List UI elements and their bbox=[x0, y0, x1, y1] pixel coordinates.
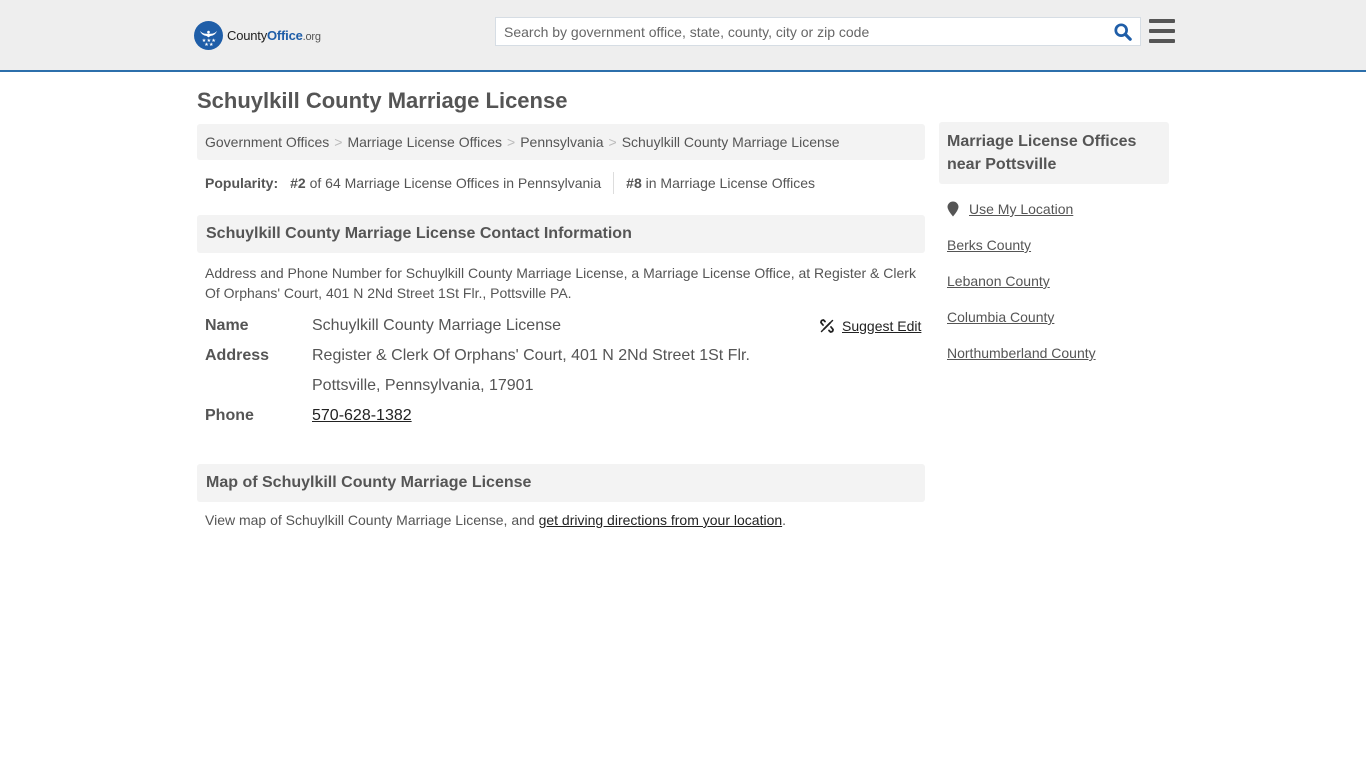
contact-description: Address and Phone Number for Schuylkill … bbox=[205, 265, 916, 301]
popularity-label: Popularity: bbox=[205, 175, 279, 191]
hamburger-menu-icon-bar bbox=[1149, 39, 1175, 43]
hamburger-menu-button[interactable] bbox=[1149, 19, 1175, 43]
eagle-stars-icon: ★ ★ ★ ★ ★ bbox=[194, 20, 223, 50]
search-button[interactable] bbox=[1106, 18, 1140, 45]
map-pin-icon bbox=[947, 201, 959, 217]
address-label: Address bbox=[205, 347, 270, 364]
popularity-national-text: in Marriage License Offices bbox=[645, 175, 816, 191]
address-line2: Pottsville, Pennsylvania, 17901 bbox=[312, 377, 534, 394]
use-my-location: Use My Location bbox=[947, 201, 1073, 217]
popularity: Popularity: #2 of 64 Marriage License Of… bbox=[205, 172, 815, 194]
hamburger-menu-icon bbox=[1149, 19, 1175, 23]
suggest-edit: Suggest Edit bbox=[819, 318, 921, 334]
sidebar-link[interactable]: Lebanon County bbox=[947, 273, 1050, 289]
breadcrumb-government-offices[interactable]: Government Offices bbox=[205, 134, 329, 150]
name-value: Schuylkill County Marriage License bbox=[312, 317, 561, 334]
breadcrumb-current: Schuylkill County Marriage License bbox=[621, 134, 840, 150]
breadcrumb-separator: > bbox=[334, 134, 343, 150]
site-header: ★ ★ ★ ★ ★ CountyOffice.org bbox=[0, 0, 1366, 72]
breadcrumb-marriage-license-offices[interactable]: Marriage License Offices bbox=[347, 134, 502, 150]
sidebar-item-northumberland: Northumberland County bbox=[947, 345, 1096, 361]
address-line1: Register & Clerk Of Orphans' Court, 401 … bbox=[312, 347, 750, 364]
driving-directions-link[interactable]: get driving directions from your locatio… bbox=[539, 512, 783, 528]
sidebar-heading: Marriage License Offices near Pottsville bbox=[939, 122, 1169, 184]
breadcrumb-separator: > bbox=[608, 134, 617, 150]
map-text-end: . bbox=[782, 512, 787, 528]
phone-label: Phone bbox=[205, 407, 254, 424]
page-title: Schuylkill County Marriage License bbox=[197, 88, 568, 113]
breadcrumb-separator: > bbox=[507, 134, 516, 150]
search-input[interactable] bbox=[496, 18, 1106, 45]
logo-text-county: County bbox=[227, 27, 267, 43]
sidebar-link[interactable]: Columbia County bbox=[947, 309, 1054, 325]
map-description: View map of Schuylkill County Marriage L… bbox=[205, 512, 786, 528]
popularity-divider bbox=[613, 172, 615, 194]
sidebar-item-columbia: Columbia County bbox=[947, 309, 1054, 325]
popularity-national-rank: #8 bbox=[626, 175, 642, 191]
map-heading: Map of Schuylkill County Marriage Licens… bbox=[197, 464, 925, 502]
name-label: Name bbox=[205, 317, 249, 334]
map-text: View map of Schuylkill County Marriage L… bbox=[205, 512, 539, 528]
suggest-edit-link[interactable]: Suggest Edit bbox=[842, 318, 921, 334]
broken-link-icon bbox=[820, 319, 834, 333]
sidebar-link[interactable]: Northumberland County bbox=[947, 345, 1096, 361]
popularity-state-rank: #2 bbox=[290, 175, 306, 191]
breadcrumb-pennsylvania[interactable]: Pennsylvania bbox=[520, 134, 603, 150]
breadcrumb: Government Offices > Marriage License Offi… bbox=[197, 124, 925, 160]
popularity-state-text: of 64 Marriage License Offices in Pennsy… bbox=[309, 175, 602, 191]
phone-value: 570-628-1382 bbox=[312, 407, 412, 425]
logo-text: CountyOffice.org bbox=[227, 28, 321, 43]
logo-text-office: Office bbox=[267, 27, 303, 43]
search-bar bbox=[495, 17, 1141, 46]
contact-heading: Schuylkill County Marriage License Conta… bbox=[197, 215, 925, 253]
use-my-location-link[interactable]: Use My Location bbox=[969, 201, 1073, 217]
hamburger-menu-icon-bar bbox=[1149, 29, 1175, 33]
sidebar-item-berks: Berks County bbox=[947, 237, 1031, 253]
sidebar-item-lebanon: Lebanon County bbox=[947, 273, 1050, 289]
site-logo[interactable]: ★ ★ ★ ★ ★ CountyOffice.org bbox=[194, 20, 321, 50]
svg-text:★: ★ bbox=[209, 42, 214, 47]
phone-link[interactable]: 570-628-1382 bbox=[312, 407, 412, 424]
sidebar-link[interactable]: Berks County bbox=[947, 237, 1031, 253]
logo-text-org: .org bbox=[302, 30, 321, 43]
search-icon bbox=[1114, 22, 1132, 41]
